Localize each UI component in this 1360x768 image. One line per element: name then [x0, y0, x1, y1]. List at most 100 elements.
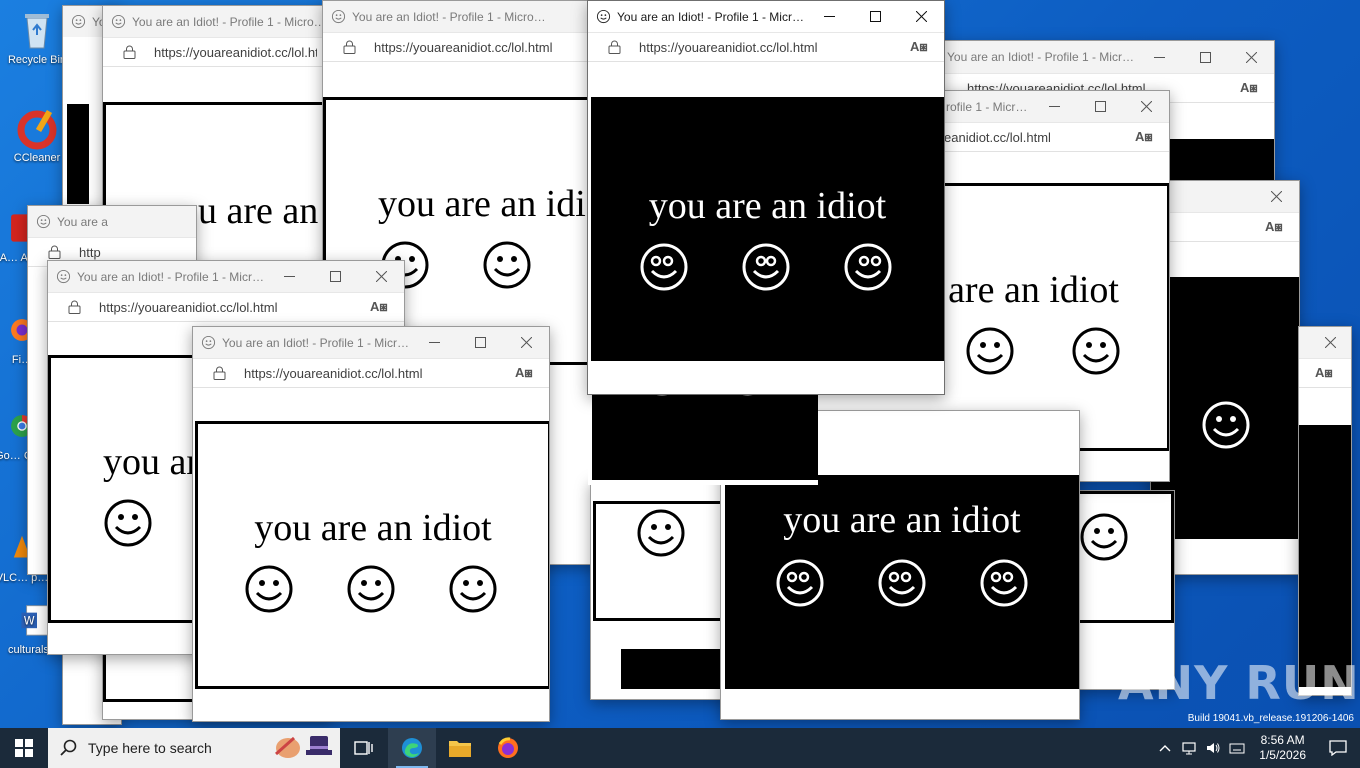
- address-bar[interactable]: A⧆: [1299, 358, 1351, 388]
- task-view-icon: [354, 741, 373, 755]
- network-icon: [1182, 742, 1196, 755]
- search-placeholder: Type here to search: [88, 740, 212, 756]
- window-title: You are an Idiot! - Profile 1 - Micro…: [132, 14, 326, 29]
- black-panel-sliver: [621, 649, 721, 689]
- smiley-favicon-icon: [56, 269, 71, 284]
- maximize-button[interactable]: [852, 1, 898, 32]
- taskbar-clock[interactable]: 8:56 AM 1/5/2026: [1249, 733, 1316, 763]
- window-titlebar[interactable]: You are an Idiot! - Profile 1 - Micro…: [103, 6, 331, 37]
- smiley-favicon-icon: [596, 9, 611, 24]
- address-bar[interactable]: A⧆: [1151, 212, 1299, 242]
- smiley-icon: [640, 243, 687, 291]
- smiley-icon: [776, 559, 824, 607]
- maximize-button[interactable]: [1077, 91, 1123, 122]
- window-titlebar[interactable]: You are an Idiot! - Profile 1 - Micro...: [931, 41, 1274, 73]
- recycle-bin-icon: [25, 14, 49, 49]
- taskbar-file-explorer[interactable]: [436, 728, 484, 768]
- minimize-icon: [283, 276, 295, 277]
- tray-network[interactable]: [1177, 740, 1201, 756]
- window-titlebar[interactable]: You are an Idiot! - Profile 1 - Micro…: [48, 261, 404, 292]
- close-icon: [375, 271, 387, 282]
- address-bar[interactable]: https://youareanidiot.cc/lol.html A⧆: [193, 358, 549, 388]
- smiley-favicon-icon: [201, 335, 216, 350]
- black-panel-sliver: [67, 104, 89, 204]
- browser-window-back-6[interactable]: A⧆: [1298, 326, 1352, 696]
- close-button[interactable]: [898, 1, 944, 32]
- smiley-icon: [1072, 327, 1120, 375]
- taskbar: Type here to search 8:56 AM 1/5/2026: [0, 728, 1360, 768]
- close-icon: [1324, 337, 1336, 348]
- maximize-icon: [329, 271, 341, 282]
- desktop-icon-label: Recycle Bin: [7, 54, 67, 66]
- taskbar-search-box[interactable]: Type here to search: [48, 728, 340, 768]
- window-titlebar[interactable]: You are an Idiot! - Profile 1 - Micro…: [588, 1, 944, 32]
- smiley-icon: [245, 565, 293, 613]
- browser-window-active[interactable]: You are an Idiot! - Profile 1 - Micro… h…: [587, 0, 945, 395]
- url-text: https://youareanidiot.cc/lol.html: [639, 39, 818, 55]
- read-aloud-icon[interactable]: A⧆: [1240, 80, 1260, 96]
- idiot-panel: [1299, 425, 1351, 687]
- minimize-button[interactable]: [1136, 42, 1182, 73]
- close-button[interactable]: [1315, 327, 1345, 358]
- read-aloud-icon[interactable]: A⧆: [515, 365, 535, 381]
- read-aloud-icon[interactable]: A⧆: [910, 39, 930, 55]
- close-button[interactable]: [1253, 181, 1299, 212]
- minimize-button[interactable]: [1031, 91, 1077, 122]
- notification-center-button[interactable]: [1316, 740, 1360, 756]
- idiot-panel: [1076, 491, 1174, 623]
- address-bar[interactable]: https://youareanidiot.cc/lol.html: [103, 37, 331, 67]
- idiot-message: you are an idiot: [378, 183, 602, 225]
- browser-window-back-7[interactable]: [590, 480, 730, 700]
- window-titlebar[interactable]: [1299, 327, 1351, 358]
- url-text: https://youareanidiot.cc/lol.html: [374, 39, 553, 55]
- read-aloud-icon[interactable]: A⧆: [370, 299, 390, 315]
- url-text: https://youareanidiot.cc/lol.html: [244, 365, 423, 381]
- read-aloud-icon[interactable]: A⧆: [1135, 129, 1155, 145]
- smiley-icon: [104, 499, 152, 547]
- window-titlebar[interactable]: You are an Idiot! - Profile 1 - Micro…: [323, 1, 601, 32]
- start-button[interactable]: [0, 728, 48, 768]
- smiley-icon: [844, 243, 891, 291]
- tray-overflow-chevron[interactable]: [1153, 744, 1177, 752]
- tray-keyboard[interactable]: [1225, 741, 1249, 755]
- taskbar-firefox[interactable]: [484, 728, 532, 768]
- window-title: You are an Idiot! - Profile 1 - Micro...: [947, 50, 1136, 64]
- tray-volume[interactable]: [1201, 740, 1225, 756]
- smiley-icon: [347, 565, 395, 613]
- close-button[interactable]: [1228, 42, 1274, 73]
- minimize-button[interactable]: [411, 327, 457, 358]
- clock-time: 8:56 AM: [1260, 733, 1305, 747]
- firefox-icon: [498, 737, 518, 758]
- idiot-message: you are an idiot: [648, 185, 887, 227]
- minimize-button[interactable]: [806, 1, 852, 32]
- taskbar-edge[interactable]: [388, 728, 436, 768]
- minimize-button[interactable]: [266, 261, 312, 292]
- smiley-favicon-icon: [71, 14, 86, 29]
- smiley-favicon-icon: [36, 214, 51, 229]
- address-bar[interactable]: https://youareanidiot.cc/lol.html: [323, 32, 601, 62]
- address-bar[interactable]: https://youareanidiot.cc/lol.html A⧆: [48, 292, 404, 322]
- read-aloud-icon[interactable]: A⧆: [1265, 219, 1285, 235]
- windows-logo-icon: [15, 739, 33, 757]
- maximize-button[interactable]: [1182, 42, 1228, 73]
- maximize-button[interactable]: [457, 327, 503, 358]
- close-button[interactable]: [503, 327, 549, 358]
- browser-window-front-left[interactable]: You are an Idiot! - Profile 1 - Micro… h…: [192, 326, 550, 722]
- task-view-button[interactable]: [340, 728, 388, 768]
- address-bar[interactable]: https://youareanidiot.cc/lol.html A⧆: [588, 32, 944, 62]
- desktop-icon-label: CCleaner: [13, 152, 61, 164]
- anyrun-watermark: ANY RUN: [1118, 656, 1360, 710]
- ccleaner-icon: [17, 109, 57, 150]
- smiley-icon: [742, 243, 789, 291]
- url-text: http: [79, 244, 101, 260]
- minimize-icon: [1048, 106, 1060, 107]
- window-titlebar[interactable]: You are an Idiot! - Profile 1 - Micro…: [193, 327, 549, 358]
- window-titlebar[interactable]: You are a: [28, 206, 196, 237]
- read-aloud-icon[interactable]: A⧆: [1315, 365, 1335, 381]
- window-titlebar[interactable]: [1151, 181, 1299, 212]
- lock-icon: [608, 40, 621, 54]
- maximize-button[interactable]: [312, 261, 358, 292]
- smiley-icon: [1202, 401, 1250, 449]
- close-button[interactable]: [1123, 91, 1169, 122]
- close-button[interactable]: [358, 261, 404, 292]
